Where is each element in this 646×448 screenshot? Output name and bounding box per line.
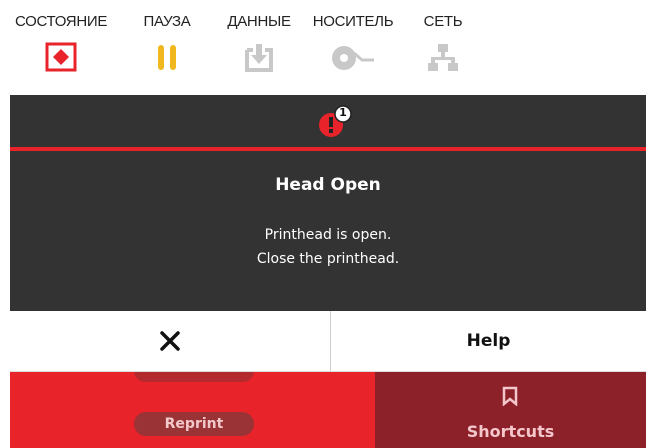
network-icon: [428, 44, 458, 71]
dialog-title: Head Open: [275, 175, 381, 195]
close-button[interactable]: [10, 311, 330, 371]
dialog-message-line1: Printhead is open.: [264, 227, 392, 243]
dialog-message-line2: Close the printhead.: [256, 251, 400, 267]
pause-icon: [158, 45, 176, 70]
status-item-state[interactable]: СОСТОЯНИЕ: [6, 0, 116, 95]
reprint-button[interactable]: Reprint: [134, 412, 254, 436]
home-pill-partial: [134, 372, 254, 382]
status-error-icon: [45, 42, 77, 72]
alert-badge-count: 1: [339, 106, 347, 119]
data-download-icon: [245, 44, 273, 72]
alert-dialog: Head Open Printhead is open. Close the p…: [10, 151, 646, 311]
dialog-button-row: Help: [10, 311, 646, 372]
media-roll-icon: [332, 46, 374, 70]
home-panel-left: Reprint: [10, 372, 375, 448]
alert-indicator[interactable]: 1: [317, 104, 357, 147]
status-label: СЕТЬ: [423, 13, 463, 30]
status-bar: СОСТОЯНИЕ ПАУЗА ДАННЫЕ НОСИТЕЛЬ СЕТЬ: [0, 0, 646, 95]
shortcuts-tile[interactable]: Shortcuts: [375, 372, 646, 448]
status-label: СОСТОЯНИЕ: [14, 13, 108, 30]
shortcuts-label: Shortcuts: [466, 422, 555, 441]
bookmark-icon: [502, 386, 518, 406]
status-item-network[interactable]: СЕТЬ: [388, 0, 498, 95]
help-button[interactable]: Help: [331, 311, 646, 371]
close-icon: [160, 331, 180, 351]
